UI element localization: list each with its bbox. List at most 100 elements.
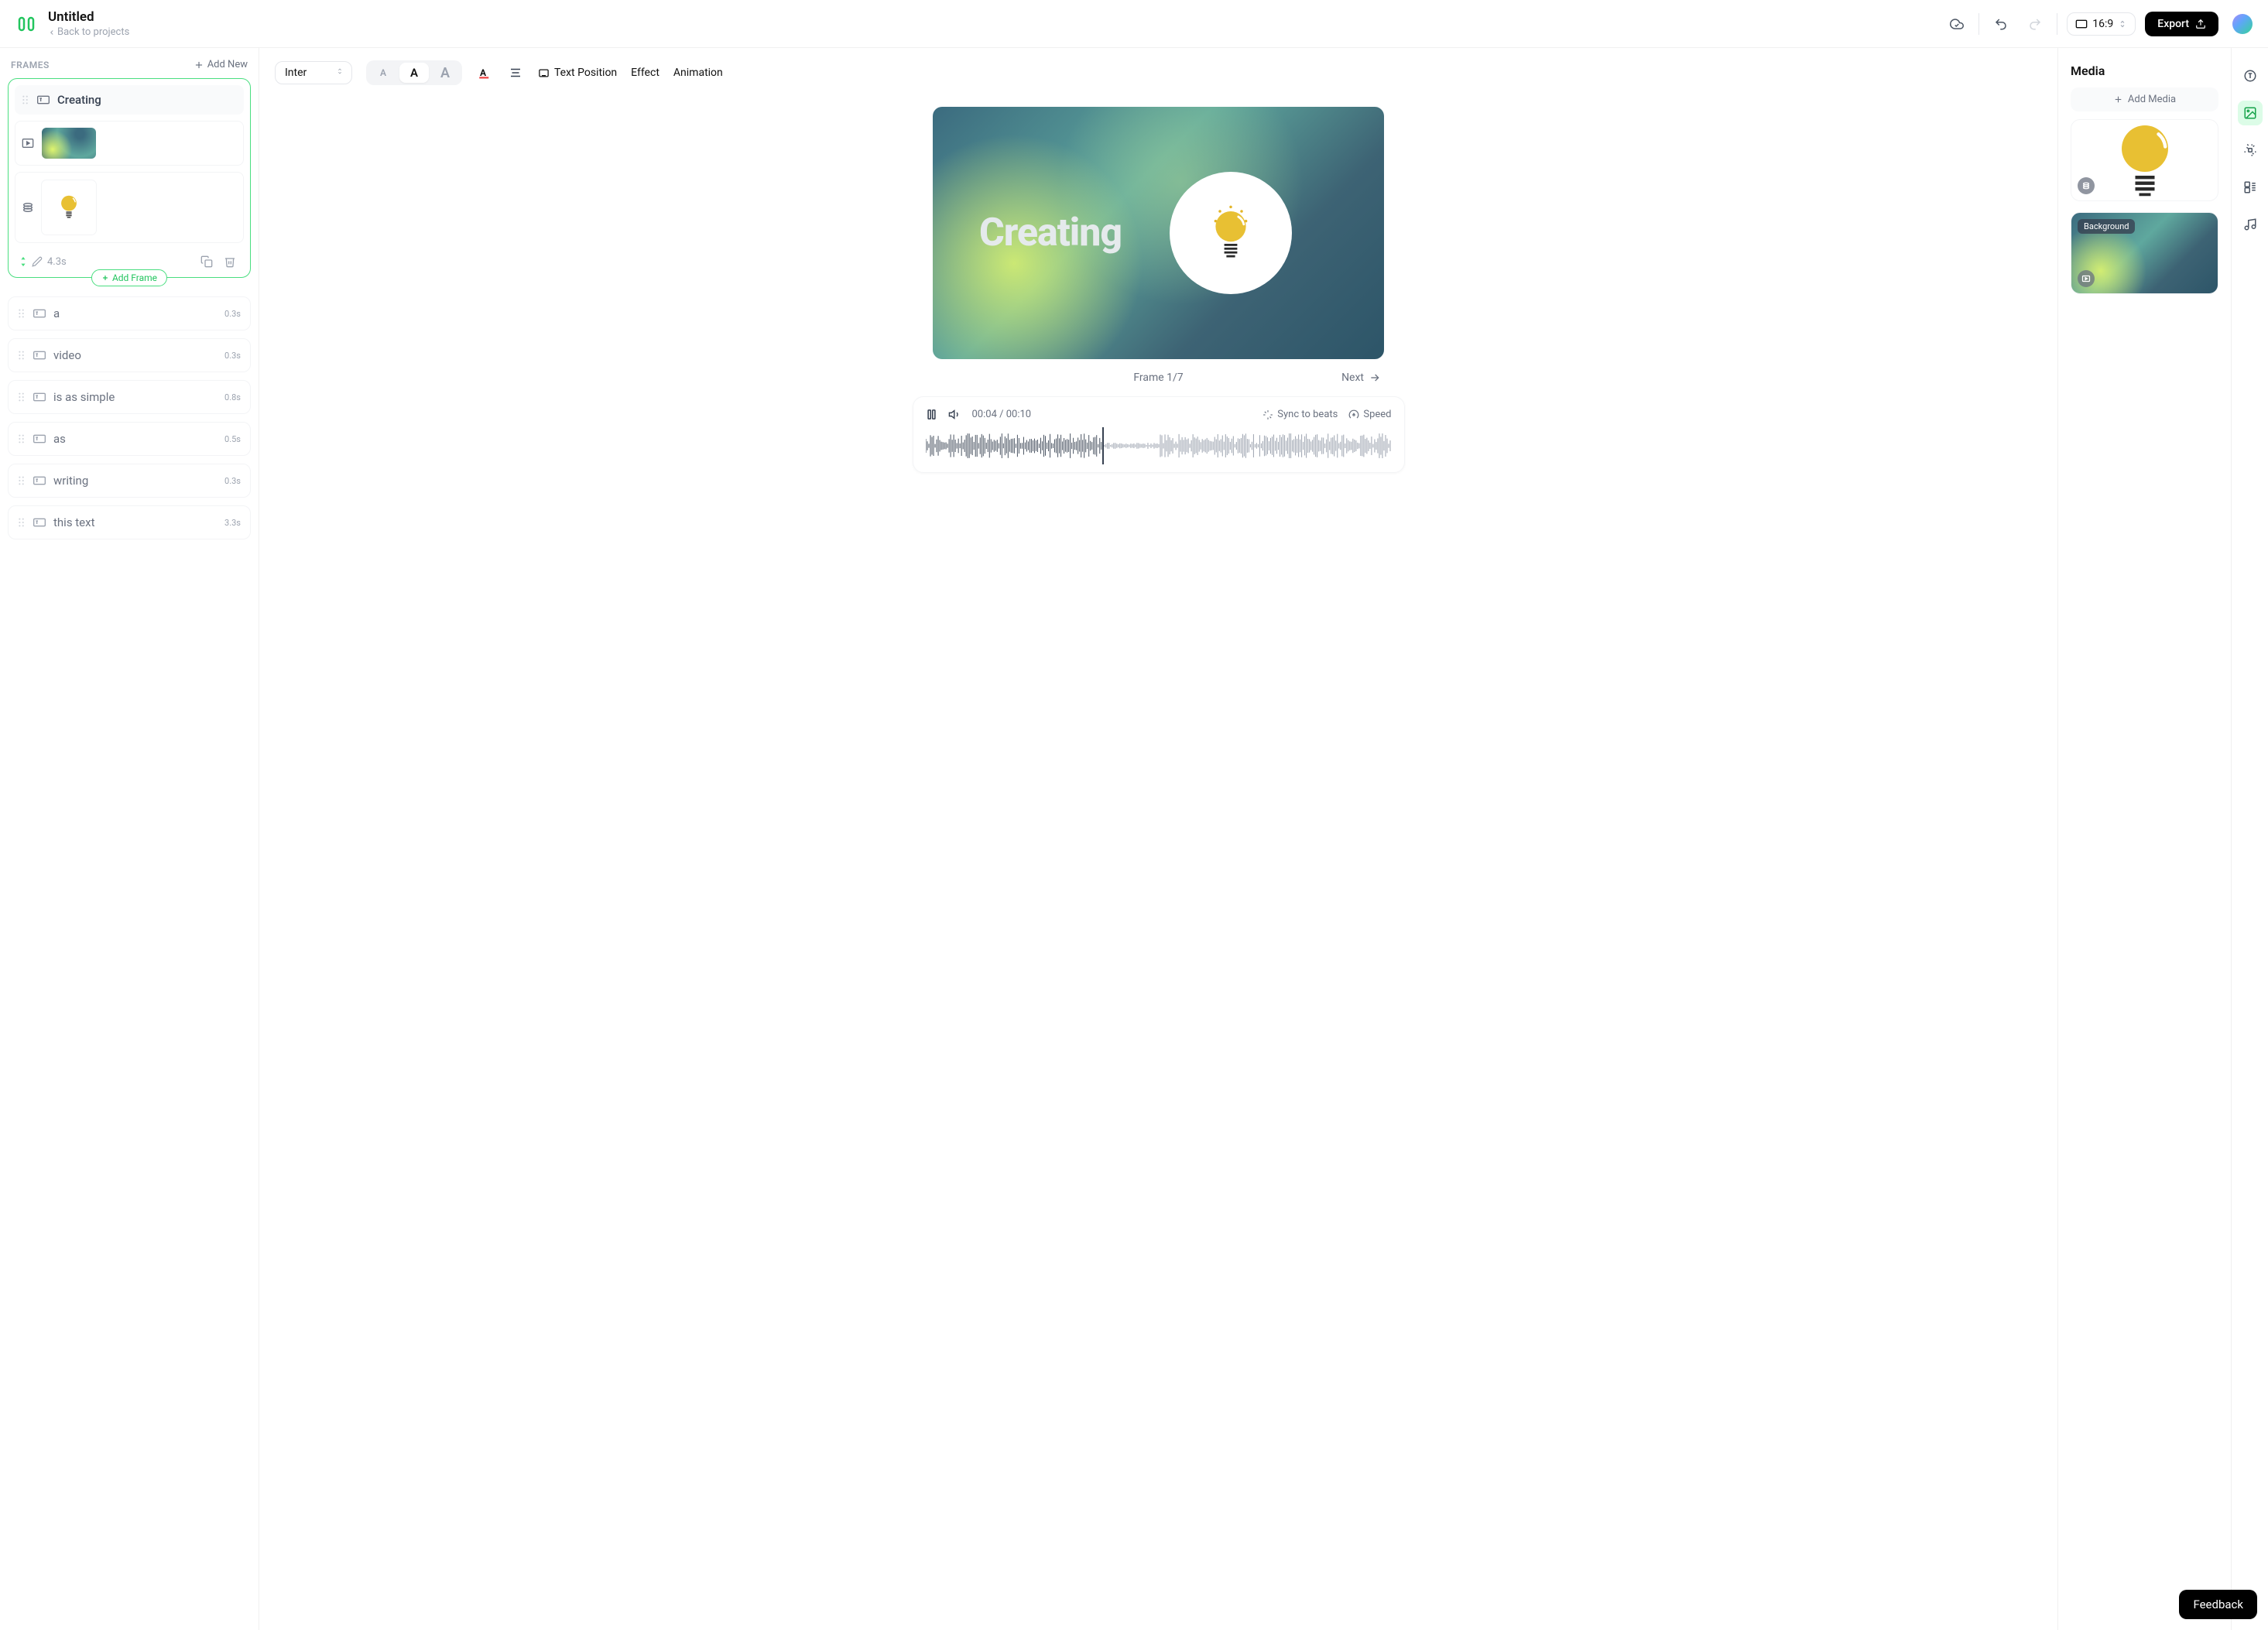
media-bg-card[interactable]: Background bbox=[2071, 212, 2218, 294]
frame-row-duration: 3.3s bbox=[224, 518, 241, 528]
frame-media-thumb[interactable] bbox=[15, 172, 244, 243]
text-frame-icon bbox=[33, 517, 46, 528]
active-frame-header[interactable]: Creating bbox=[15, 85, 244, 115]
canvas-preview[interactable]: Creating bbox=[933, 107, 1384, 359]
active-frame-label: Creating bbox=[57, 93, 101, 107]
media-layers-badge[interactable] bbox=[2078, 177, 2095, 194]
align-icon[interactable] bbox=[507, 64, 524, 81]
frame-row[interactable]: video 0.3s bbox=[8, 338, 251, 372]
chevron-updown-icon bbox=[336, 66, 344, 80]
playhead[interactable] bbox=[1102, 427, 1104, 464]
rail-template-icon[interactable] bbox=[2238, 175, 2263, 200]
video-icon bbox=[22, 137, 34, 149]
add-new-label: Add New bbox=[207, 59, 248, 70]
frame-row-duration: 0.3s bbox=[224, 351, 241, 361]
drag-handle-icon[interactable] bbox=[18, 350, 26, 361]
frame-row-label: this text bbox=[53, 515, 224, 529]
add-media-button[interactable]: Add Media bbox=[2071, 87, 2218, 111]
add-new-frame[interactable]: Add New bbox=[194, 59, 248, 70]
layers-icon bbox=[22, 201, 34, 214]
drag-handle-icon[interactable] bbox=[18, 475, 26, 486]
frame-row-label: is as simple bbox=[53, 390, 224, 404]
add-frame-label: Add Frame bbox=[112, 272, 157, 283]
frame-row-label: a bbox=[53, 306, 224, 320]
frame-row-duration: 0.3s bbox=[224, 309, 241, 319]
user-avatar[interactable] bbox=[2232, 14, 2253, 34]
drag-handle-icon[interactable] bbox=[18, 308, 26, 319]
rail-text-icon[interactable] bbox=[2238, 63, 2263, 88]
cloud-sync-icon[interactable] bbox=[1944, 12, 1969, 36]
drag-handle-icon[interactable] bbox=[18, 517, 26, 528]
next-label: Next bbox=[1341, 372, 1364, 384]
text-frame-icon bbox=[37, 94, 50, 105]
time-display: 00:04 / 00:10 bbox=[972, 409, 1032, 420]
doc-title[interactable]: Untitled bbox=[48, 9, 129, 25]
font-select[interactable]: Inter bbox=[275, 61, 352, 84]
app-logo[interactable] bbox=[15, 13, 37, 35]
active-frame-card: Creating bbox=[8, 78, 251, 278]
frame-row[interactable]: this text 3.3s bbox=[8, 505, 251, 539]
media-heading: Media bbox=[2071, 63, 2218, 78]
volume-icon[interactable] bbox=[948, 408, 961, 421]
frame-row-label: writing bbox=[53, 474, 224, 488]
media-video-badge[interactable] bbox=[2078, 270, 2095, 287]
animation-label: Animation bbox=[673, 67, 723, 79]
text-position-label: Text Position bbox=[554, 67, 617, 79]
drag-handle-icon[interactable] bbox=[18, 433, 26, 444]
undo-icon[interactable] bbox=[1989, 12, 2013, 36]
expand-icon[interactable] bbox=[19, 256, 27, 267]
frame-row[interactable]: writing 0.3s bbox=[8, 464, 251, 498]
speed-button[interactable]: Speed bbox=[1348, 409, 1391, 420]
frames-heading: FRAMES bbox=[11, 60, 50, 70]
text-frame-icon bbox=[33, 308, 46, 319]
delete-icon[interactable] bbox=[221, 252, 239, 271]
rail-media-icon[interactable] bbox=[2238, 101, 2263, 125]
text-color-icon[interactable]: A bbox=[476, 64, 493, 81]
effect-button[interactable]: Effect bbox=[631, 67, 660, 79]
frame-row[interactable]: is as simple 0.8s bbox=[8, 380, 251, 414]
frame-duration: 4.3s bbox=[47, 256, 67, 268]
next-frame-button[interactable]: Next bbox=[1341, 372, 1381, 384]
frame-row-label: as bbox=[53, 432, 224, 446]
text-frame-icon bbox=[33, 433, 46, 444]
frame-counter: Frame 1/7 bbox=[1133, 372, 1183, 384]
rail-music-icon[interactable] bbox=[2238, 212, 2263, 237]
export-button[interactable]: Export bbox=[2145, 12, 2218, 36]
frame-bg-thumb[interactable] bbox=[15, 121, 244, 166]
svg-text:A: A bbox=[480, 67, 487, 78]
frame-row-duration: 0.8s bbox=[224, 392, 241, 402]
drag-handle-icon[interactable] bbox=[18, 392, 26, 402]
animation-button[interactable]: Animation bbox=[673, 67, 723, 79]
text-frame-icon bbox=[33, 392, 46, 402]
bg-thumbnail bbox=[42, 128, 96, 159]
feedback-button[interactable]: Feedback bbox=[2179, 1590, 2257, 1619]
redo-icon[interactable] bbox=[2023, 12, 2047, 36]
size-large[interactable]: A bbox=[430, 63, 460, 83]
text-position-button[interactable]: Text Position bbox=[538, 67, 617, 79]
drag-handle-icon[interactable] bbox=[22, 94, 29, 105]
pause-button[interactable] bbox=[926, 409, 937, 420]
media-bulb-card[interactable] bbox=[2071, 119, 2218, 201]
back-label: Back to projects bbox=[57, 26, 129, 38]
frame-row[interactable]: a 0.3s bbox=[8, 296, 251, 330]
text-frame-icon bbox=[33, 475, 46, 486]
add-frame-button[interactable]: Add Frame bbox=[91, 269, 167, 286]
canvas-bulb bbox=[1170, 172, 1292, 294]
duplicate-icon[interactable] bbox=[197, 252, 216, 271]
size-small[interactable]: A bbox=[368, 63, 398, 83]
waveform[interactable] bbox=[926, 430, 1392, 461]
speed-label: Speed bbox=[1363, 409, 1391, 420]
frame-row-duration: 0.3s bbox=[224, 476, 241, 486]
canvas-text: Creating bbox=[979, 211, 1122, 255]
edit-icon[interactable] bbox=[32, 256, 43, 267]
bulb-thumbnail bbox=[42, 180, 96, 235]
back-link[interactable]: Back to projects bbox=[48, 26, 129, 38]
size-medium[interactable]: A bbox=[399, 63, 429, 83]
audio-timeline: 00:04 / 00:10 Sync to beats Speed bbox=[913, 396, 1405, 473]
frame-row-duration: 0.5s bbox=[224, 434, 241, 444]
sync-beats-button[interactable]: Sync to beats bbox=[1262, 409, 1338, 420]
frame-row[interactable]: as 0.5s bbox=[8, 422, 251, 456]
frame-row-label: video bbox=[53, 348, 224, 362]
rail-effects-icon[interactable] bbox=[2238, 138, 2263, 163]
aspect-ratio-select[interactable]: 16:9 bbox=[2067, 12, 2136, 36]
